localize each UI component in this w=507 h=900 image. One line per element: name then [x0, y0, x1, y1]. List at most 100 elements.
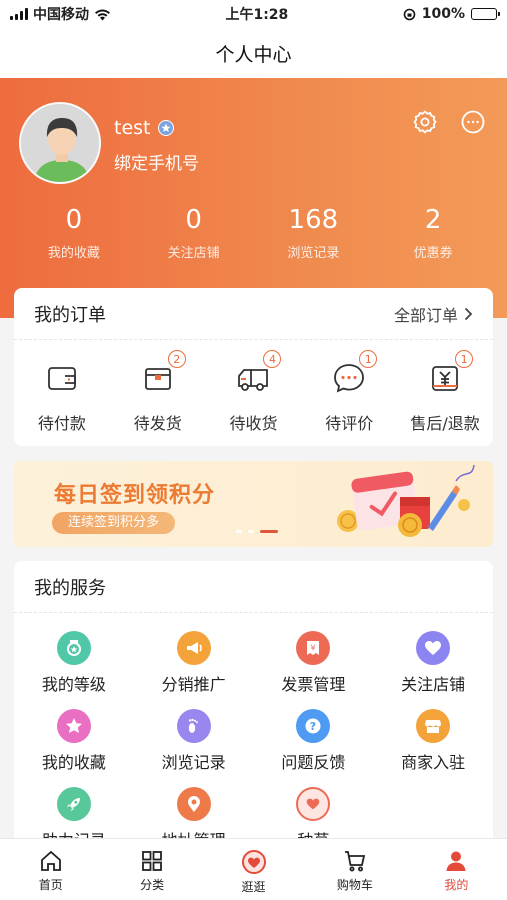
invoice-icon: ¥: [296, 631, 331, 665]
promo-subtitle: 连续签到积分多: [52, 512, 176, 534]
service-label: 商家入驻: [401, 753, 466, 772]
star-icon: [56, 709, 91, 743]
service-invoice[interactable]: ¥ 发票管理: [254, 631, 374, 695]
username-row[interactable]: test: [114, 117, 175, 139]
order-label: 待发货: [133, 414, 182, 433]
megaphone-icon: [176, 631, 211, 665]
status-time: 上午1:28: [225, 7, 289, 23]
services-title: 我的服务: [34, 577, 106, 599]
location-icon: [176, 787, 211, 821]
service-label: 我的等级: [41, 675, 106, 694]
home-icon: [40, 850, 61, 871]
wifi-icon: [95, 9, 110, 20]
service-merchant-join[interactable]: 商家入驻: [373, 709, 493, 773]
tab-label: 首页: [38, 878, 63, 892]
stat-value: 0: [65, 205, 83, 235]
level-icon: [56, 631, 91, 665]
wallet-icon: [47, 367, 76, 390]
carousel-dots: [236, 530, 278, 533]
service-label: 分销推广: [161, 675, 226, 694]
stat-browse-history[interactable]: 168 浏览记录: [254, 204, 374, 261]
service-followed-shops[interactable]: 关注店铺: [373, 631, 493, 695]
profile-stats: 0 我的收藏 0 关注店铺 168 浏览记录 2 优惠券: [14, 204, 493, 261]
bottom-tab-bar: 首页 分类 逛逛 购物车 我的: [0, 838, 507, 900]
grid-icon: [142, 851, 163, 871]
order-label: 待付款: [37, 414, 86, 433]
order-after-sales[interactable]: 1 售后/退款: [397, 350, 493, 434]
order-label: 待评价: [325, 414, 374, 433]
service-distribution[interactable]: 分销推广: [134, 631, 254, 695]
orientation-lock-icon: [403, 8, 416, 20]
question-icon: ?: [296, 709, 331, 743]
rocket-icon: [56, 787, 91, 821]
tab-category[interactable]: 分类: [101, 839, 202, 900]
tab-label: 购物车: [336, 878, 373, 892]
calendar-gift-illustration: [337, 464, 475, 537]
stat-value: 0: [185, 205, 202, 235]
bind-phone-link[interactable]: 绑定手机号: [114, 149, 199, 174]
battery-icon: [471, 8, 500, 20]
service-my-level[interactable]: 我的等级: [14, 631, 134, 695]
all-orders-link[interactable]: 全部订单: [394, 302, 473, 326]
service-browse-history[interactable]: 浏览记录: [134, 709, 254, 773]
tab-label: 逛逛: [241, 880, 266, 894]
stat-label: 浏览记录: [287, 246, 340, 261]
order-label: 售后/退款: [410, 414, 480, 433]
service-feedback[interactable]: ? 问题反馈: [254, 709, 374, 773]
username: test: [114, 117, 151, 139]
person-icon: [446, 851, 466, 871]
battery-percent: 100%: [421, 6, 465, 22]
status-bar: 中国移动 上午1:28 100%: [0, 0, 507, 28]
stat-label: 关注店铺: [167, 246, 220, 261]
svg-text:¥: ¥: [311, 644, 316, 653]
tab-discover[interactable]: 逛逛: [203, 839, 304, 900]
promo-title: 每日签到领积分: [54, 483, 216, 508]
service-label: 问题反馈: [281, 753, 346, 772]
settings-icon[interactable]: [411, 108, 439, 136]
heart-bubble-icon: [241, 850, 266, 874]
tab-label: 我的: [444, 878, 469, 892]
stat-coupons[interactable]: 2 优惠券: [373, 204, 493, 261]
order-label: 待收货: [229, 414, 278, 433]
order-pending-payment[interactable]: 待付款: [14, 360, 110, 434]
member-level-icon: [157, 120, 174, 136]
shop-icon: [416, 709, 451, 743]
avatar[interactable]: [19, 102, 101, 184]
service-label: 浏览记录: [161, 753, 226, 772]
stat-value: 168: [288, 205, 339, 235]
services-card: 我的服务 我的等级 分销推广 ¥ 发票管理 关注店铺 我的收藏 浏览记录 ? 问…: [14, 561, 493, 851]
heart-chat-icon: [296, 787, 331, 821]
stat-label: 我的收藏: [47, 246, 100, 261]
service-label: 我的收藏: [41, 753, 106, 772]
cart-icon: [344, 851, 366, 872]
orders-card: 我的订单 全部订单 待付款 2 待发货 4 待收货 1 待评价 1 售后/退款: [14, 288, 493, 446]
order-badge: 1: [359, 350, 378, 368]
order-pending-receipt[interactable]: 4 待收货: [206, 350, 302, 434]
checkin-banner[interactable]: 每日签到领积分 连续签到积分多: [14, 461, 493, 547]
service-label: 关注店铺: [401, 675, 466, 694]
tab-home[interactable]: 首页: [0, 839, 101, 900]
tab-mine[interactable]: 我的: [406, 839, 507, 900]
carrier-name: 中国移动: [33, 7, 89, 23]
all-orders-label: 全部订单: [393, 305, 458, 325]
chevron-right-icon: [464, 307, 473, 320]
stat-label: 优惠券: [413, 246, 453, 261]
page-title: 个人中心: [215, 43, 292, 66]
order-pending-shipment[interactable]: 2 待发货: [110, 350, 206, 434]
order-badge: 2: [167, 350, 186, 368]
signal-icon: [10, 8, 28, 20]
stat-favorites[interactable]: 0 我的收藏: [14, 204, 134, 261]
service-label: 发票管理: [281, 675, 346, 694]
stat-value: 2: [424, 205, 442, 235]
order-badge: 1: [455, 350, 474, 368]
heart-icon: [416, 631, 451, 665]
tab-cart[interactable]: 购物车: [304, 839, 405, 900]
message-icon[interactable]: [459, 108, 487, 136]
order-pending-review[interactable]: 1 待评价: [301, 350, 397, 434]
service-favorites[interactable]: 我的收藏: [14, 709, 134, 773]
footprint-icon: [176, 709, 211, 743]
stat-followed-shops[interactable]: 0 关注店铺: [134, 204, 254, 261]
tab-label: 分类: [140, 878, 165, 892]
svg-text:?: ?: [310, 720, 316, 733]
order-badge: 4: [263, 350, 282, 368]
